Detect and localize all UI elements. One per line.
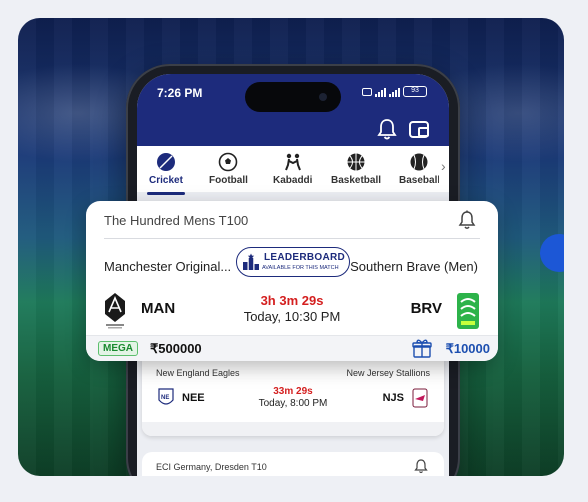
team2-logo-icon (457, 293, 479, 329)
status-time: 7:26 PM (157, 86, 203, 100)
prize-pool: ₹500000 (150, 341, 202, 356)
tab-baseball[interactable]: Baseball (399, 152, 439, 186)
app-header: 7:26 PM 93 (137, 74, 449, 146)
match-card-2[interactable]: New England Eagles New Jersey Stallions … (142, 358, 444, 436)
tab-football[interactable]: Football (209, 152, 248, 186)
tab-label: Baseball (399, 175, 439, 186)
leaderboard-icon (243, 253, 259, 270)
signal-icon (375, 87, 386, 97)
featured-match-card[interactable]: The Hundred Mens T100 Manchester Origina… (86, 201, 498, 361)
entry-fee-button[interactable]: ₹10000 (446, 341, 490, 357)
tab-label: Football (209, 175, 248, 186)
kabaddi-icon (284, 153, 301, 171)
bell-icon[interactable] (377, 118, 397, 140)
battery-icon: 93 (403, 86, 427, 97)
cricket-ball-icon (156, 153, 175, 171)
bell-icon[interactable] (414, 459, 428, 474)
baseball-icon (410, 153, 428, 171)
dynamic-island (245, 82, 341, 112)
team2-code: BRV (410, 300, 442, 317)
team1-name: New England Eagles (156, 368, 240, 378)
status-icons: 93 (362, 86, 427, 97)
prize-row: MEGA ₹500000 ₹10000 (86, 335, 498, 361)
card-footer (142, 422, 444, 436)
tab-label: Cricket (149, 175, 183, 186)
page-bottom (0, 476, 588, 502)
vibrate-icon (362, 87, 372, 96)
team2-logo-icon (412, 388, 428, 408)
sports-tabs: Cricket Football Kabaddi Basketball Base… (137, 146, 449, 195)
tab-cricket[interactable]: Cricket (147, 152, 185, 195)
team1-name: Manchester Original... (104, 259, 232, 274)
mega-badge: MEGA (98, 341, 138, 356)
team2-name: Southern Brave (Men) (350, 259, 478, 274)
football-icon (219, 152, 238, 172)
tab-kabaddi[interactable]: Kabaddi (273, 152, 312, 186)
gift-icon (412, 339, 432, 358)
wallet-icon[interactable] (409, 121, 429, 138)
leaderboard-badge[interactable]: LEADERBOARD AVAILABLE FOR THIS MATCH (236, 247, 350, 277)
team2-name: New Jersey Stallions (346, 368, 430, 378)
leaderboard-subtitle: AVAILABLE FOR THIS MATCH (262, 265, 339, 271)
tab-basketball[interactable]: Basketball (331, 152, 381, 186)
league-name: ECI Germany, Dresden T10 (156, 462, 267, 472)
leaderboard-title: LEADERBOARD (264, 252, 346, 263)
tab-label: Kabaddi (273, 175, 313, 186)
basketball-icon (347, 153, 365, 171)
bell-icon[interactable] (458, 210, 476, 230)
camera-icon (319, 93, 327, 101)
league-name: The Hundred Mens T100 (104, 213, 249, 228)
team2-code: NJS (382, 392, 404, 404)
signal-icon-2 (389, 87, 400, 97)
chevron-right-icon[interactable]: › (441, 158, 449, 174)
tab-label: Basketball (331, 175, 382, 186)
divider (104, 238, 480, 239)
